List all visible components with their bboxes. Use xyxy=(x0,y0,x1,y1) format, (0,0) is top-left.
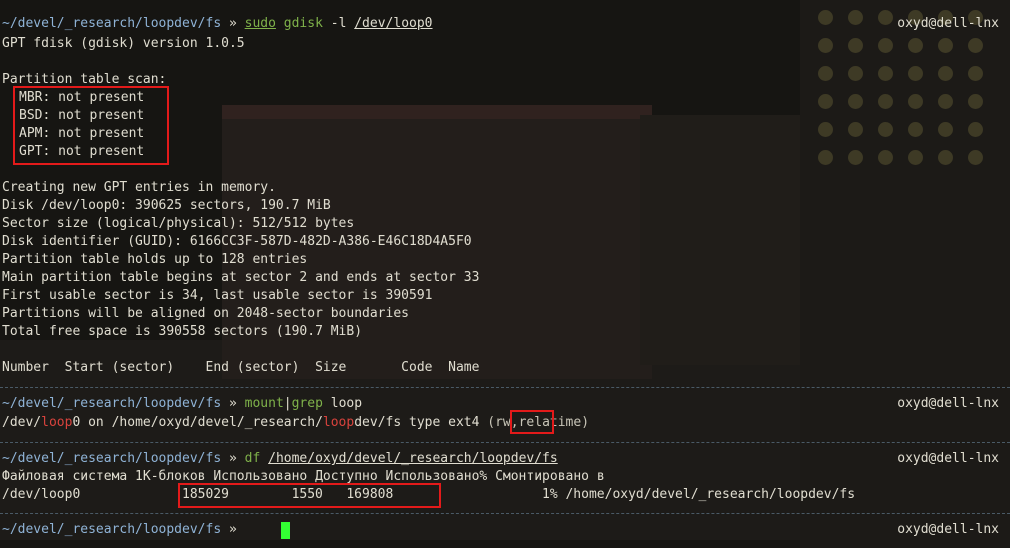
df-usage-mount: 1% /home/oxyd/devel/_research/loopdev/fs xyxy=(542,487,856,502)
prompt-separator xyxy=(0,442,1010,443)
mount-text: 0 on /home/oxyd/devel/_research/ xyxy=(72,415,323,430)
gdisk-version: GPT fdisk (gdisk) version 1.0.5 xyxy=(2,36,245,51)
df-device: /dev/loop0 xyxy=(2,487,81,502)
grep-match: loop xyxy=(41,415,73,430)
info-line: Partitions will be aligned on 2048-secto… xyxy=(2,306,409,321)
scan-highlight-box xyxy=(13,86,169,165)
mount-device-prefix: /dev/ xyxy=(2,415,42,430)
prompt-host: oxyd@dell-lnx xyxy=(897,451,999,466)
prompt-path: ~/devel/_research/loopdev/fs xyxy=(2,522,222,537)
prompt-separator xyxy=(0,513,1010,514)
prompt-line: ~/devel/_research/loopdev/fs » mount|gre… xyxy=(2,395,362,413)
prompt-separator xyxy=(0,387,1010,388)
prompt-path: ~/devel/_research/loopdev/fs xyxy=(2,16,222,31)
prompt-line: ~/devel/_research/loopdev/fs » xyxy=(2,521,237,539)
command-sudo: sudo xyxy=(244,16,276,31)
info-line: Main partition table begins at sector 2 … xyxy=(2,270,480,285)
prompt-path: ~/devel/_research/loopdev/fs xyxy=(2,451,222,466)
command-arg: /home/oxyd/devel/_research/loopdev/fs xyxy=(268,451,558,466)
info-line: Disk identifier (GUID): 6166CC3F-587D-48… xyxy=(2,234,472,249)
prompt-host: oxyd@dell-lnx xyxy=(897,522,999,537)
prompt-arrow: » xyxy=(228,396,237,411)
terminal-window[interactable]: ~/devel/_research/loopdev/fs » sudo gdis… xyxy=(0,0,1010,548)
command-mount: mount xyxy=(244,396,284,411)
fstype-highlight-box xyxy=(510,410,554,434)
info-line: Total free space is 390558 sectors (190.… xyxy=(2,324,363,339)
terminal-cursor[interactable] xyxy=(281,522,290,539)
mount-output: /dev/loop0 on /home/oxyd/devel/_research… xyxy=(2,414,589,432)
mount-fstype: ext4 xyxy=(448,415,480,430)
command-gdisk: gdisk xyxy=(283,16,323,31)
info-line: Disk /dev/loop0: 390625 sectors, 190.7 M… xyxy=(2,198,331,213)
command-df: df xyxy=(244,451,261,466)
info-line: First usable sector is 34, last usable s… xyxy=(2,288,433,303)
info-line: Creating new GPT entries in memory. xyxy=(2,180,276,195)
prompt-path: ~/devel/_research/loopdev/fs xyxy=(2,396,222,411)
info-line: Sector size (logical/physical): 512/512 … xyxy=(2,216,355,231)
command-pipe: | xyxy=(283,396,292,411)
command-grep: grep xyxy=(291,396,323,411)
prompt-arrow: » xyxy=(228,451,237,466)
prompt-arrow: » xyxy=(228,16,237,31)
prompt-arrow: » xyxy=(228,522,237,537)
info-line: Partition table holds up to 128 entries xyxy=(2,252,308,267)
df-highlight-box xyxy=(178,483,441,508)
prompt-line: ~/devel/_research/loopdev/fs » sudo gdis… xyxy=(2,15,433,33)
prompt-host: oxyd@dell-lnx xyxy=(897,396,999,411)
command-arg: loop xyxy=(330,396,363,411)
prompt-host: oxyd@dell-lnx xyxy=(897,16,999,31)
command-flag: -l xyxy=(330,16,347,31)
grep-match: loop xyxy=(322,415,355,430)
command-target: /dev/loop0 xyxy=(354,16,433,31)
mount-text: dev/fs type xyxy=(354,415,449,430)
partition-table-header: Number Start (sector) End (sector) Size … xyxy=(2,360,480,375)
prompt-line: ~/devel/_research/loopdev/fs » df /home/… xyxy=(2,450,558,468)
